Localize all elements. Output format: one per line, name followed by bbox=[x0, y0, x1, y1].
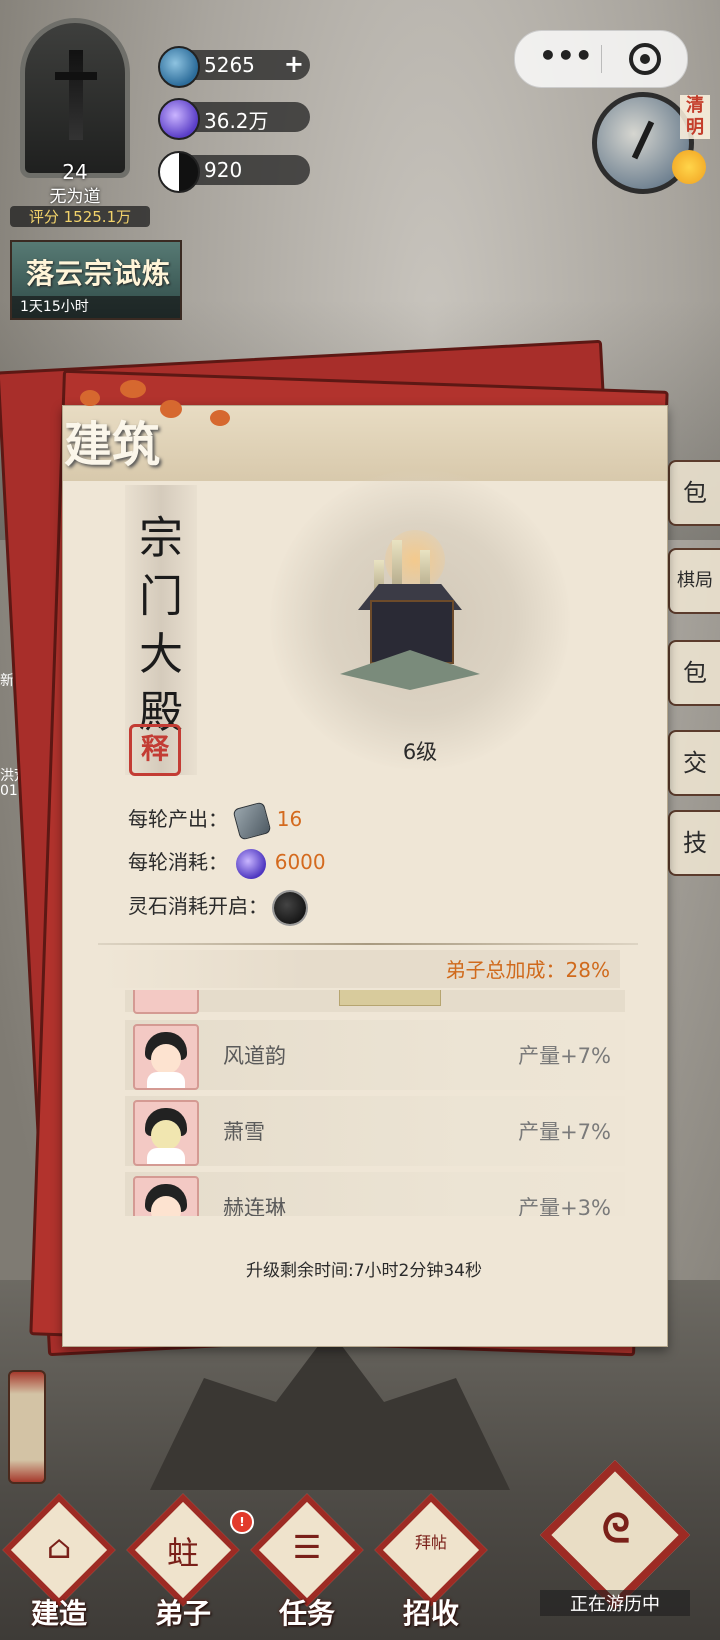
nav-disciples[interactable]: 蛀 弟子 bbox=[126, 1493, 240, 1630]
disciple-portrait bbox=[133, 1176, 199, 1216]
disciple-portrait bbox=[133, 1100, 199, 1166]
disciple-list[interactable]: 风道韵 产量+7% 萧雪 产量+7% 赫连琳 产量+3% bbox=[125, 990, 625, 1216]
add-currency-button[interactable]: + bbox=[284, 50, 304, 78]
side-button-bag-2[interactable]: 包 bbox=[668, 640, 720, 706]
nav-label: 建造 bbox=[30, 1597, 87, 1630]
disciple-icon: 蛀 bbox=[166, 1534, 199, 1572]
disciple-name: 风道韵 bbox=[223, 1044, 286, 1068]
pavilion-icon: ⌂ bbox=[46, 1528, 72, 1566]
currency-value: 5265 bbox=[204, 53, 255, 77]
disciple-portrait bbox=[133, 990, 199, 1014]
assign-button[interactable] bbox=[339, 990, 441, 1006]
upgrade-timer: 升级剩余时间:7小时2分钟34秒 bbox=[246, 1261, 482, 1281]
section-divider bbox=[98, 943, 638, 945]
close-miniprogram-icon[interactable] bbox=[629, 43, 661, 75]
nav-recruit[interactable]: 拜帖 招收 bbox=[374, 1493, 488, 1630]
side-button-bag[interactable]: 包 bbox=[668, 460, 720, 526]
trial-event-banner[interactable]: 落云宗试炼 1天15小时 bbox=[10, 240, 182, 320]
currency-spirit-coin: 5265 + bbox=[158, 46, 310, 88]
stat-value: 6000 bbox=[274, 850, 326, 874]
scroll-menu-button[interactable] bbox=[8, 1370, 46, 1484]
stat-spirit-stone-toggle: 灵石消耗开启： bbox=[128, 889, 307, 924]
nav-label: 任务 bbox=[278, 1597, 335, 1630]
travel-button[interactable]: ᘓ 正在游历中 bbox=[540, 1460, 690, 1616]
currency-crystal: 36.2万 bbox=[158, 98, 310, 140]
nav-tasks[interactable]: ☰ 任务 bbox=[250, 1493, 364, 1630]
list-item[interactable]: 赫连琳 产量+3% bbox=[125, 1172, 625, 1216]
disciple-bonus: 产量+7% bbox=[518, 1044, 611, 1068]
sword-emblem-icon bbox=[55, 50, 97, 140]
nav-label: 招收 bbox=[402, 1597, 459, 1630]
more-options-icon[interactable]: ••• bbox=[539, 41, 593, 71]
currency-value: 36.2万 bbox=[204, 109, 269, 133]
disciple-name: 萧雪 bbox=[223, 1120, 265, 1144]
player-name: 无为道 bbox=[49, 187, 101, 207]
sect-hall-building-image bbox=[340, 530, 480, 690]
total-bonus-bar: 弟子总加成：28% bbox=[100, 950, 620, 988]
side-button-trade[interactable]: 交 bbox=[668, 730, 720, 796]
stat-output: 每轮产出： 16 bbox=[128, 800, 303, 841]
stat-value: 16 bbox=[276, 807, 303, 831]
disciple-bonus: 产量+3% bbox=[518, 1196, 611, 1216]
player-score: 评分 1525.1万 bbox=[10, 206, 150, 227]
spirit-stone-toggle[interactable] bbox=[274, 891, 307, 924]
nav-build[interactable]: ⌂ 建造 bbox=[2, 1493, 116, 1630]
crystal-icon bbox=[158, 98, 200, 140]
stat-label: 每轮产出： bbox=[128, 807, 228, 831]
trial-countdown: 1天15小时 bbox=[12, 296, 180, 318]
description-seal-button[interactable]: 释 bbox=[129, 724, 181, 776]
travel-cloud-icon: ᘓ bbox=[601, 1506, 631, 1552]
list-item[interactable]: 风道韵 产量+7% bbox=[125, 1020, 625, 1090]
season-label: 清明 bbox=[680, 95, 710, 139]
spirit-coin-icon bbox=[158, 46, 200, 88]
scroll-icon: ☰ bbox=[292, 1528, 322, 1566]
currency-yin-yang: 920 bbox=[158, 151, 310, 193]
player-avatar[interactable]: 24 无为道 评分 1525.1万 bbox=[10, 10, 150, 227]
total-bonus: 弟子总加成：28% bbox=[445, 958, 610, 982]
player-level: 24 bbox=[62, 160, 88, 184]
building-name: 宗门大殿 bbox=[139, 513, 183, 738]
currency-value: 920 bbox=[204, 158, 243, 182]
travel-label: 正在游历中 bbox=[540, 1590, 690, 1616]
yin-yang-icon bbox=[158, 151, 200, 193]
nav-label: 弟子 bbox=[154, 1597, 211, 1630]
side-button-chess[interactable]: 棋局 bbox=[668, 548, 720, 614]
sun-icon bbox=[672, 150, 706, 184]
stat-label: 每轮消耗： bbox=[128, 850, 228, 874]
spirit-tablet-icon bbox=[232, 800, 272, 841]
building-level: 6级 bbox=[402, 740, 438, 764]
notification-badge: ! bbox=[230, 1510, 254, 1534]
list-item[interactable]: 萧雪 产量+7% bbox=[125, 1096, 625, 1166]
crystal-icon bbox=[236, 848, 267, 879]
miniprogram-capsule: ••• bbox=[514, 30, 688, 88]
list-item-partial bbox=[125, 990, 625, 1014]
capsule-divider bbox=[601, 45, 602, 73]
disciple-portrait bbox=[133, 1024, 199, 1090]
invitation-card-icon: 拜帖 bbox=[414, 1533, 447, 1552]
stat-label: 灵石消耗开启： bbox=[128, 894, 268, 918]
disciple-name: 赫连琳 bbox=[223, 1196, 286, 1216]
plum-branch-decoration bbox=[60, 380, 240, 450]
trial-title: 落云宗试炼 bbox=[26, 257, 172, 290]
disciple-bonus: 产量+7% bbox=[518, 1120, 611, 1144]
side-button-skill[interactable]: 技 bbox=[668, 810, 720, 876]
stat-consumption: 每轮消耗： 6000 bbox=[128, 845, 326, 879]
